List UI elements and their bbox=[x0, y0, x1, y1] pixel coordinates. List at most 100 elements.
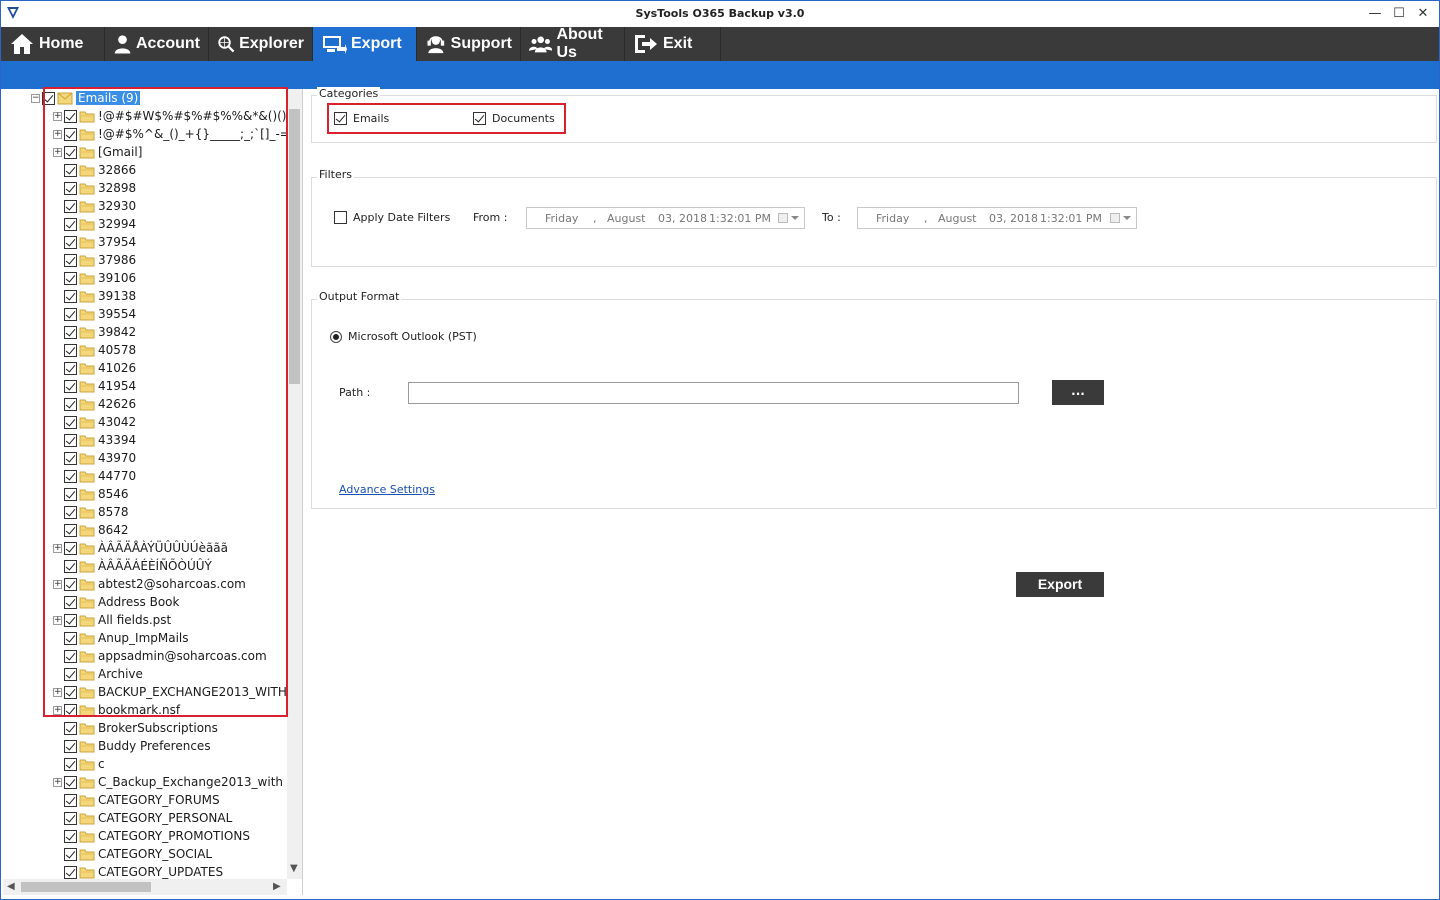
tree-item[interactable]: BrokerSubscriptions bbox=[53, 719, 218, 737]
menu-explorer[interactable]: Explorer bbox=[209, 27, 313, 61]
search-globe-icon bbox=[218, 36, 235, 53]
folder-icon bbox=[79, 777, 95, 788]
menu-home[interactable]: Home bbox=[1, 27, 105, 61]
folder-icon bbox=[79, 795, 95, 806]
tree-highlight-box bbox=[43, 87, 288, 717]
tree-item-checkbox[interactable] bbox=[64, 757, 77, 771]
folder-icon bbox=[79, 849, 95, 860]
tree-item-checkbox[interactable] bbox=[64, 775, 77, 789]
menu-exit-label: Exit bbox=[663, 35, 693, 52]
output-format-title: Output Format bbox=[317, 290, 402, 303]
from-date: 03, 2018 bbox=[658, 211, 707, 225]
folder-icon bbox=[79, 831, 95, 842]
pst-radio-label: Microsoft Outlook (PST) bbox=[348, 330, 477, 343]
tree-vertical-scrollbar[interactable]: ▼ bbox=[287, 89, 302, 879]
tree-item-checkbox[interactable] bbox=[64, 829, 77, 843]
from-label: From : bbox=[473, 211, 508, 224]
folder-icon bbox=[79, 867, 95, 878]
export-button[interactable]: Export bbox=[1016, 572, 1104, 597]
tree-horizontal-scroll-thumb[interactable] bbox=[21, 882, 151, 892]
pst-radio[interactable]: Microsoft Outlook (PST) bbox=[330, 330, 477, 343]
scroll-down-icon[interactable]: ▼ bbox=[290, 863, 298, 874]
from-day: Friday bbox=[545, 211, 579, 225]
to-time: 1:32:01 PM bbox=[1040, 211, 1103, 225]
tree-item-checkbox[interactable] bbox=[64, 793, 77, 807]
minimize-button[interactable]: — bbox=[1363, 5, 1387, 23]
tree-item-label: CATEGORY_UPDATES bbox=[98, 865, 224, 879]
close-button[interactable]: ✕ bbox=[1411, 5, 1435, 23]
menu-support-label: Support bbox=[450, 35, 512, 52]
from-date-picker[interactable]: Friday , August 03, 2018 1:32:01 PM bbox=[526, 207, 805, 229]
ribbon-strip bbox=[1, 61, 1439, 89]
tree-item-checkbox[interactable] bbox=[64, 847, 77, 861]
categories-title: Categories bbox=[317, 87, 381, 100]
menu-home-label: Home bbox=[39, 35, 84, 52]
tree-item[interactable]: + C_Backup_Exchange2013_with all fi bbox=[53, 773, 287, 791]
browse-button[interactable]: ... bbox=[1052, 380, 1104, 405]
folder-icon bbox=[79, 723, 95, 734]
tree-item[interactable]: CATEGORY_PROMOTIONS bbox=[53, 827, 250, 845]
menu-explorer-label: Explorer bbox=[239, 35, 304, 52]
to-day: Friday bbox=[876, 211, 910, 225]
apply-date-filters-checkbox[interactable]: Apply Date Filters bbox=[334, 211, 450, 224]
menu-about-us-label: About Us bbox=[556, 26, 603, 61]
menu-bar: Home Account Explorer Export Support Abo… bbox=[1, 26, 1439, 61]
maximize-button[interactable]: ☐ bbox=[1387, 5, 1411, 23]
user-icon bbox=[114, 35, 131, 54]
tree-item-label: CATEGORY_PROMOTIONS bbox=[98, 829, 250, 843]
tree-item-label: c bbox=[98, 757, 105, 771]
tree-item-label: C_Backup_Exchange2013_with all fi bbox=[98, 775, 287, 789]
app-window: SysTools O365 Backup v3.0 — ☐ ✕ Home Acc… bbox=[0, 0, 1440, 900]
menu-export[interactable]: Export bbox=[313, 27, 417, 61]
tree-item[interactable]: CATEGORY_PERSONAL bbox=[53, 809, 232, 827]
tree-horizontal-scrollbar[interactable]: ◀ ▶ bbox=[3, 879, 287, 895]
tree-item-label: BrokerSubscriptions bbox=[98, 721, 218, 735]
tree-item[interactable]: CATEGORY_SOCIAL bbox=[53, 845, 212, 863]
menu-account[interactable]: Account bbox=[105, 27, 209, 61]
folder-icon bbox=[79, 813, 95, 824]
tree-item-label: Buddy Preferences bbox=[98, 739, 211, 753]
scroll-left-icon[interactable]: ◀ bbox=[7, 881, 15, 892]
tree-item[interactable]: CATEGORY_UPDATES bbox=[53, 863, 223, 879]
scroll-right-icon[interactable]: ▶ bbox=[273, 881, 281, 892]
support-icon bbox=[427, 36, 445, 54]
folder-icon bbox=[79, 759, 95, 770]
tree-item[interactable]: CATEGORY_FORUMS bbox=[53, 791, 220, 809]
categories-highlight-box bbox=[327, 103, 566, 134]
title-bar: SysTools O365 Backup v3.0 — ☐ ✕ bbox=[1, 1, 1439, 27]
tree-item-checkbox[interactable] bbox=[64, 721, 77, 735]
apply-date-filters-label: Apply Date Filters bbox=[353, 211, 451, 224]
to-month: August bbox=[938, 211, 977, 225]
exit-icon bbox=[635, 35, 657, 53]
to-date-picker[interactable]: Friday , August 03, 2018 1:32:01 PM bbox=[857, 207, 1137, 229]
expand-icon[interactable]: + bbox=[53, 777, 62, 787]
output-format-group bbox=[311, 299, 1437, 509]
collapse-icon[interactable]: − bbox=[31, 93, 40, 103]
menu-about-us[interactable]: About Us bbox=[521, 26, 625, 61]
menu-support[interactable]: Support bbox=[417, 27, 521, 61]
to-dropdown-icon[interactable] bbox=[1110, 212, 1132, 224]
tree-item-label: CATEGORY_SOCIAL bbox=[98, 847, 213, 861]
from-dropdown-icon[interactable] bbox=[778, 212, 800, 224]
tree-item[interactable]: c bbox=[53, 755, 105, 773]
path-input[interactable] bbox=[408, 382, 1019, 404]
tree-item-checkbox[interactable] bbox=[64, 811, 77, 825]
export-icon bbox=[323, 36, 347, 54]
from-sep: , bbox=[593, 211, 597, 225]
tree-vertical-scroll-thumb[interactable] bbox=[289, 109, 300, 384]
users-icon bbox=[529, 36, 553, 53]
from-month: August bbox=[607, 211, 646, 225]
filters-title: Filters bbox=[317, 168, 354, 181]
tree-item[interactable]: Buddy Preferences bbox=[53, 737, 211, 755]
from-time: 1:32:01 PM bbox=[709, 211, 772, 225]
menu-exit[interactable]: Exit bbox=[625, 27, 721, 61]
pst-radio-dot[interactable] bbox=[330, 330, 342, 343]
tree-item-checkbox[interactable] bbox=[64, 865, 77, 879]
apply-date-filters-box[interactable] bbox=[334, 211, 347, 224]
advance-settings-link[interactable]: Advance Settings bbox=[339, 483, 435, 496]
window-title: SysTools O365 Backup v3.0 bbox=[635, 7, 805, 20]
tree-item-checkbox[interactable] bbox=[64, 739, 77, 753]
to-label: To : bbox=[822, 211, 841, 224]
menu-export-label: Export bbox=[351, 35, 402, 52]
menu-account-label: Account bbox=[136, 35, 200, 52]
